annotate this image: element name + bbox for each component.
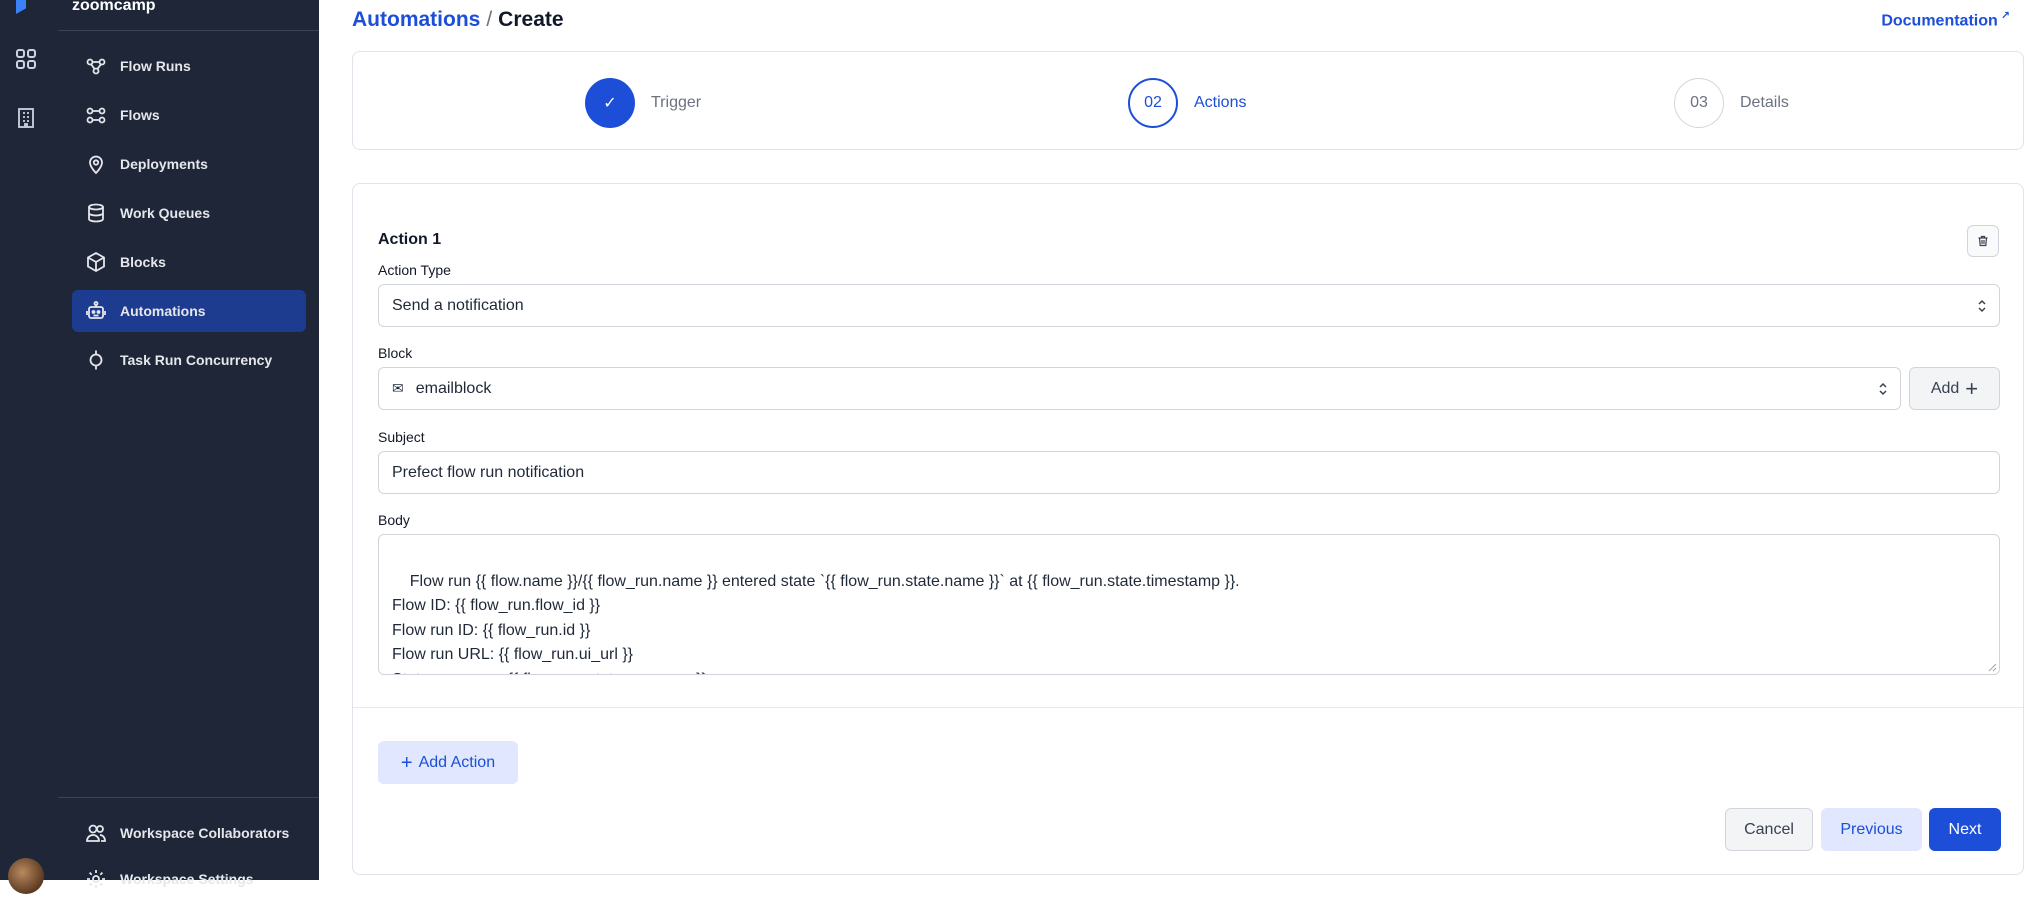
sidebar-item-label: Work Queues	[120, 205, 210, 221]
resize-grip-icon[interactable]	[1987, 662, 1997, 672]
building-icon[interactable]	[15, 107, 37, 129]
sidebar-item-label: Flow Runs	[120, 58, 191, 74]
checkmark-icon: ✓	[585, 78, 635, 128]
work-queues-icon	[84, 201, 108, 225]
sidebar-item-deployments[interactable]: Deployments	[72, 143, 306, 185]
body-label: Body	[378, 512, 410, 528]
plus-icon: +	[1965, 375, 1979, 401]
step-number: 03	[1674, 78, 1724, 128]
breadcrumb-automations-link[interactable]: Automations	[352, 8, 480, 31]
step-label: Details	[1740, 94, 1789, 111]
action-form: Action 1 Action Type Send a notification…	[352, 183, 2024, 875]
automations-icon	[84, 299, 108, 323]
step-number: 02	[1128, 78, 1178, 128]
block-label: Block	[378, 345, 413, 361]
step-details[interactable]: 03 Details	[1674, 78, 1789, 128]
collaborators-icon	[84, 821, 108, 845]
sidebar-item-blocks[interactable]: Blocks	[72, 241, 306, 283]
select-chevron-icon	[1879, 382, 1887, 396]
block-value: emailblock	[415, 379, 492, 397]
flow-runs-icon	[84, 54, 108, 78]
sidebar-item-workspace-settings[interactable]: Workspace Settings	[72, 858, 306, 900]
workspace-name[interactable]: zoomcamp	[72, 0, 156, 15]
logo-icon[interactable]	[16, 0, 26, 14]
user-avatar[interactable]	[8, 858, 44, 894]
page-title: Create	[498, 8, 564, 31]
divider	[353, 707, 2023, 708]
cancel-button[interactable]: Cancel	[1725, 808, 1813, 851]
documentation-link[interactable]: Documentation ↗	[1881, 9, 2010, 30]
add-action-button[interactable]: + Add Action	[378, 741, 518, 784]
block-select[interactable]: ✉ emailblock	[378, 367, 1901, 410]
breadcrumb-separator: /	[486, 8, 493, 31]
action-type-value: Send a notification	[392, 296, 524, 314]
body-text: Flow run {{ flow.name }}/{{ flow_run.nam…	[392, 572, 1240, 675]
sidebar-item-label: Automations	[120, 303, 206, 319]
add-block-label: Add	[1930, 379, 1960, 397]
breadcrumb: Automations / Create	[352, 8, 564, 32]
subject-label: Subject	[378, 429, 425, 445]
step-label: Trigger	[651, 94, 702, 111]
icon-rail	[0, 0, 58, 894]
sidebar-item-workspace-collaborators[interactable]: Workspace Collaborators	[72, 812, 306, 854]
sidebar-item-label: Flows	[120, 107, 160, 123]
mail-icon: ✉	[392, 380, 404, 396]
add-block-button[interactable]: Add +	[1909, 367, 2000, 410]
previous-button[interactable]: Previous	[1821, 808, 1922, 851]
external-link-icon: ↗	[2000, 10, 2010, 22]
flows-icon	[84, 103, 108, 127]
task-run-concurrency-icon	[84, 348, 108, 372]
step-trigger[interactable]: ✓ Trigger	[585, 78, 701, 128]
next-button[interactable]: Next	[1929, 808, 2001, 851]
plus-icon: +	[400, 751, 413, 774]
sidebar-item-task-run-concurrency[interactable]: Task Run Concurrency	[72, 339, 306, 381]
sidebar-item-label: Workspace Settings	[120, 871, 254, 887]
select-chevron-icon	[1978, 299, 1986, 313]
sidebar-item-label: Task Run Concurrency	[120, 352, 273, 368]
step-actions[interactable]: 02 Actions	[1128, 78, 1246, 128]
sidebar-item-label: Deployments	[120, 156, 208, 172]
body-textarea[interactable]: Flow run {{ flow.name }}/{{ flow_run.nam…	[378, 534, 2000, 675]
sidebar-item-automations[interactable]: Automations	[72, 290, 306, 332]
deployments-icon	[84, 152, 108, 176]
sidebar-item-flow-runs[interactable]: Flow Runs	[72, 45, 306, 87]
sidebar-item-label: Blocks	[120, 254, 166, 270]
action-type-select[interactable]: Send a notification	[378, 284, 2000, 327]
sidebar: zoomcamp Flow Runs Flows Deployments Wor…	[58, 0, 319, 888]
action-title: Action 1	[378, 231, 442, 248]
trash-icon	[1978, 235, 1988, 247]
dashboard-grid-icon[interactable]	[15, 48, 37, 70]
sidebar-item-label: Workspace Collaborators	[120, 825, 290, 841]
step-label: Actions	[1194, 94, 1247, 111]
sidebar-item-flows[interactable]: Flows	[72, 94, 306, 136]
add-action-label: Add Action	[418, 753, 496, 771]
subject-input[interactable]	[378, 451, 2000, 494]
documentation-label: Documentation	[1881, 12, 1998, 30]
wizard-steps: ✓ Trigger 02 Actions 03 Details	[352, 51, 2024, 150]
blocks-icon	[84, 250, 108, 274]
settings-icon	[84, 867, 108, 891]
divider	[58, 30, 319, 31]
action-type-label: Action Type	[378, 262, 451, 278]
divider	[58, 797, 319, 798]
sidebar-item-work-queues[interactable]: Work Queues	[72, 192, 306, 234]
delete-action-button[interactable]	[1967, 225, 1999, 257]
